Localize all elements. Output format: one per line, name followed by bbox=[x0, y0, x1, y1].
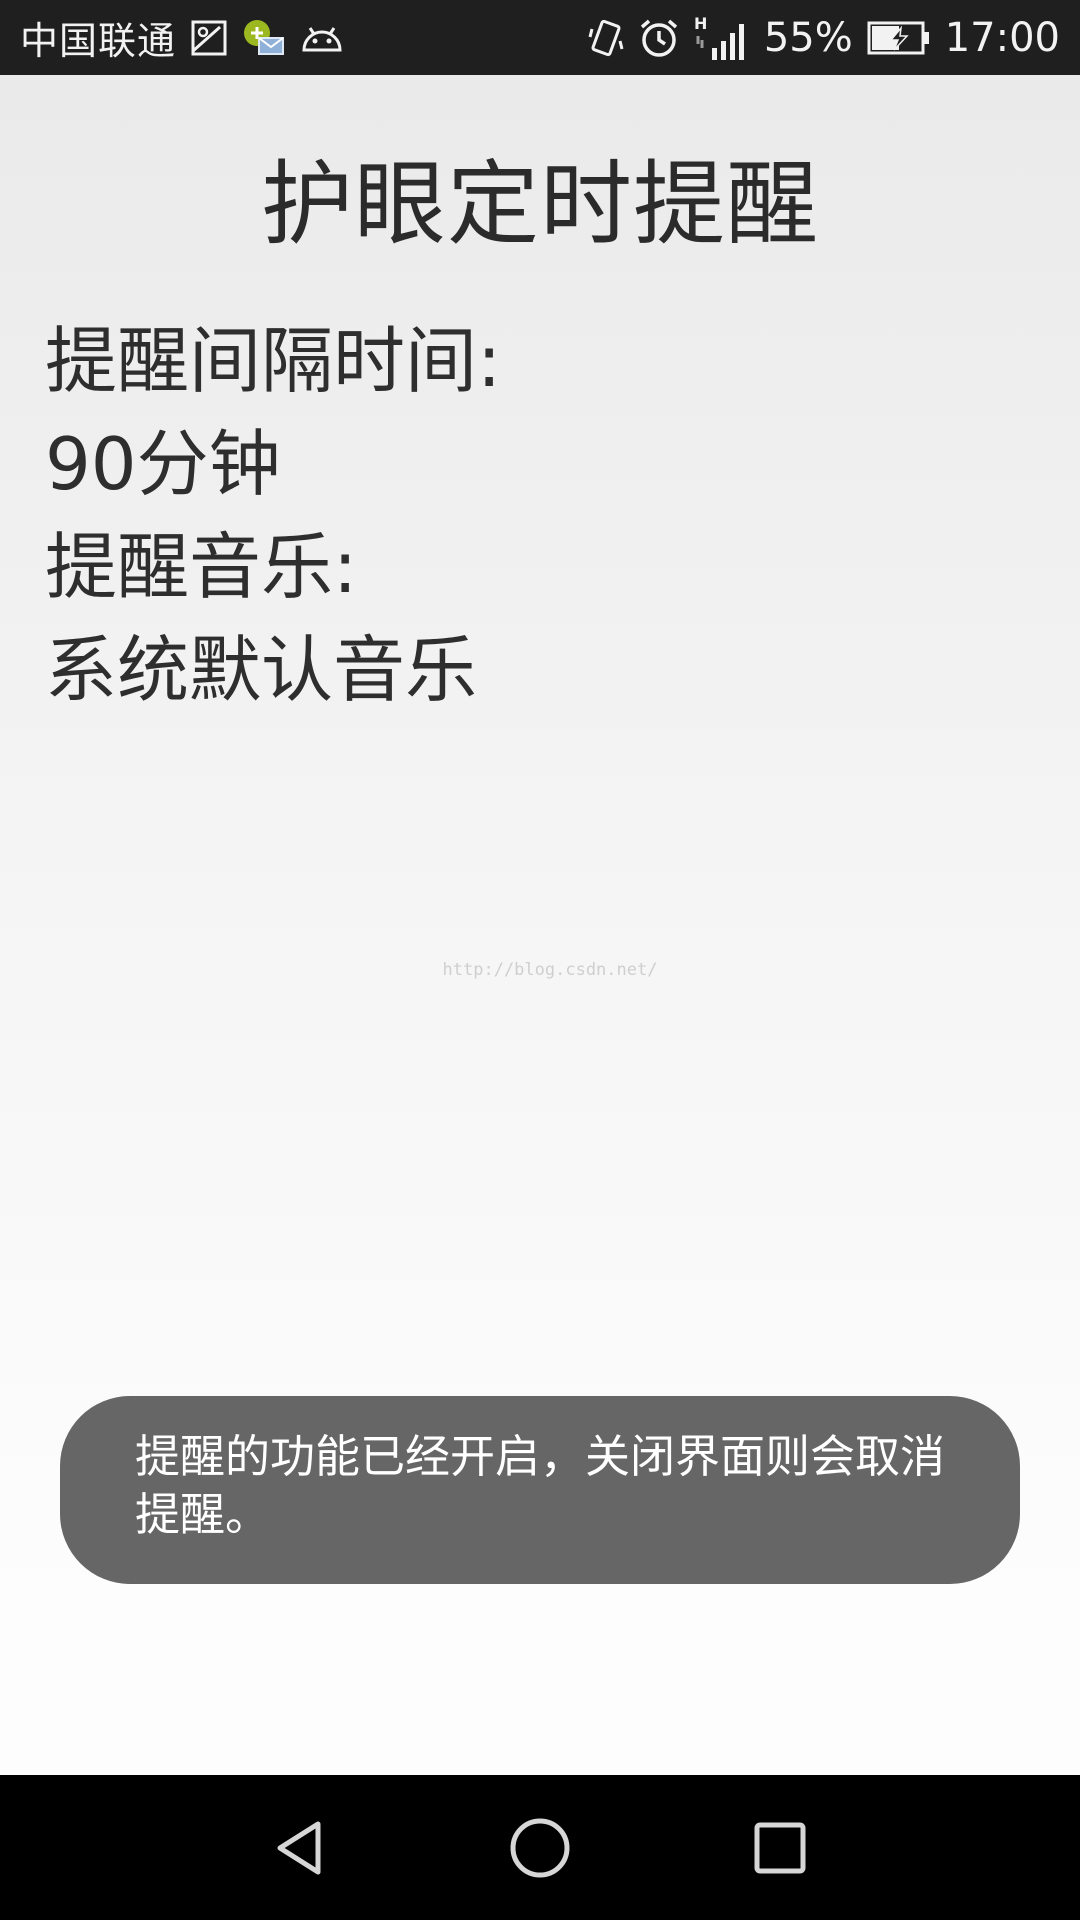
back-button[interactable] bbox=[250, 1798, 350, 1898]
interval-label: 提醒间隔时间: bbox=[45, 319, 502, 403]
status-bar: 中国联通 H 55% 17:00 bbox=[0, 0, 1080, 75]
home-icon bbox=[510, 1818, 570, 1877]
vibrate-icon bbox=[588, 17, 624, 59]
recents-icon bbox=[754, 1822, 806, 1873]
signal-icon: H bbox=[694, 14, 750, 62]
alarm-icon bbox=[638, 17, 680, 59]
reminder-info: 提醒间隔时间: 90分钟 提醒音乐: 系统默认音乐 bbox=[45, 310, 501, 722]
toast-message: 提醒的功能已经开启，关闭界面则会取消提醒。 bbox=[60, 1396, 1020, 1584]
app-screen: 中国联通 H 55% 17:00 护眼定时提醒 提醒间隔时间: 90分钟 提醒音… bbox=[0, 0, 1080, 1920]
back-icon bbox=[277, 1821, 321, 1874]
watermark: http://blog.csdn.net/ bbox=[442, 960, 658, 980]
status-left: 中国联通 bbox=[20, 10, 344, 65]
recents-button[interactable] bbox=[730, 1798, 830, 1898]
message-notification-icon bbox=[242, 18, 286, 58]
battery-percent: 55% bbox=[763, 14, 853, 61]
status-right: H 55% 17:00 bbox=[588, 14, 1060, 62]
music-label: 提醒音乐: bbox=[45, 525, 358, 609]
carrier-name: 中国联通 bbox=[20, 19, 177, 63]
music-value: 系统默认音乐 bbox=[45, 628, 478, 712]
navigation-bar bbox=[0, 1775, 1080, 1920]
home-button[interactable] bbox=[490, 1798, 590, 1898]
battery-charging-icon bbox=[867, 20, 931, 56]
gallery-icon bbox=[190, 19, 228, 57]
android-debug-icon bbox=[300, 22, 344, 54]
status-clock: 17:00 bbox=[944, 14, 1060, 61]
page-title: 护眼定时提醒 bbox=[260, 151, 819, 258]
network-type-label: H bbox=[694, 14, 707, 33]
interval-value: 90分钟 bbox=[45, 422, 281, 506]
